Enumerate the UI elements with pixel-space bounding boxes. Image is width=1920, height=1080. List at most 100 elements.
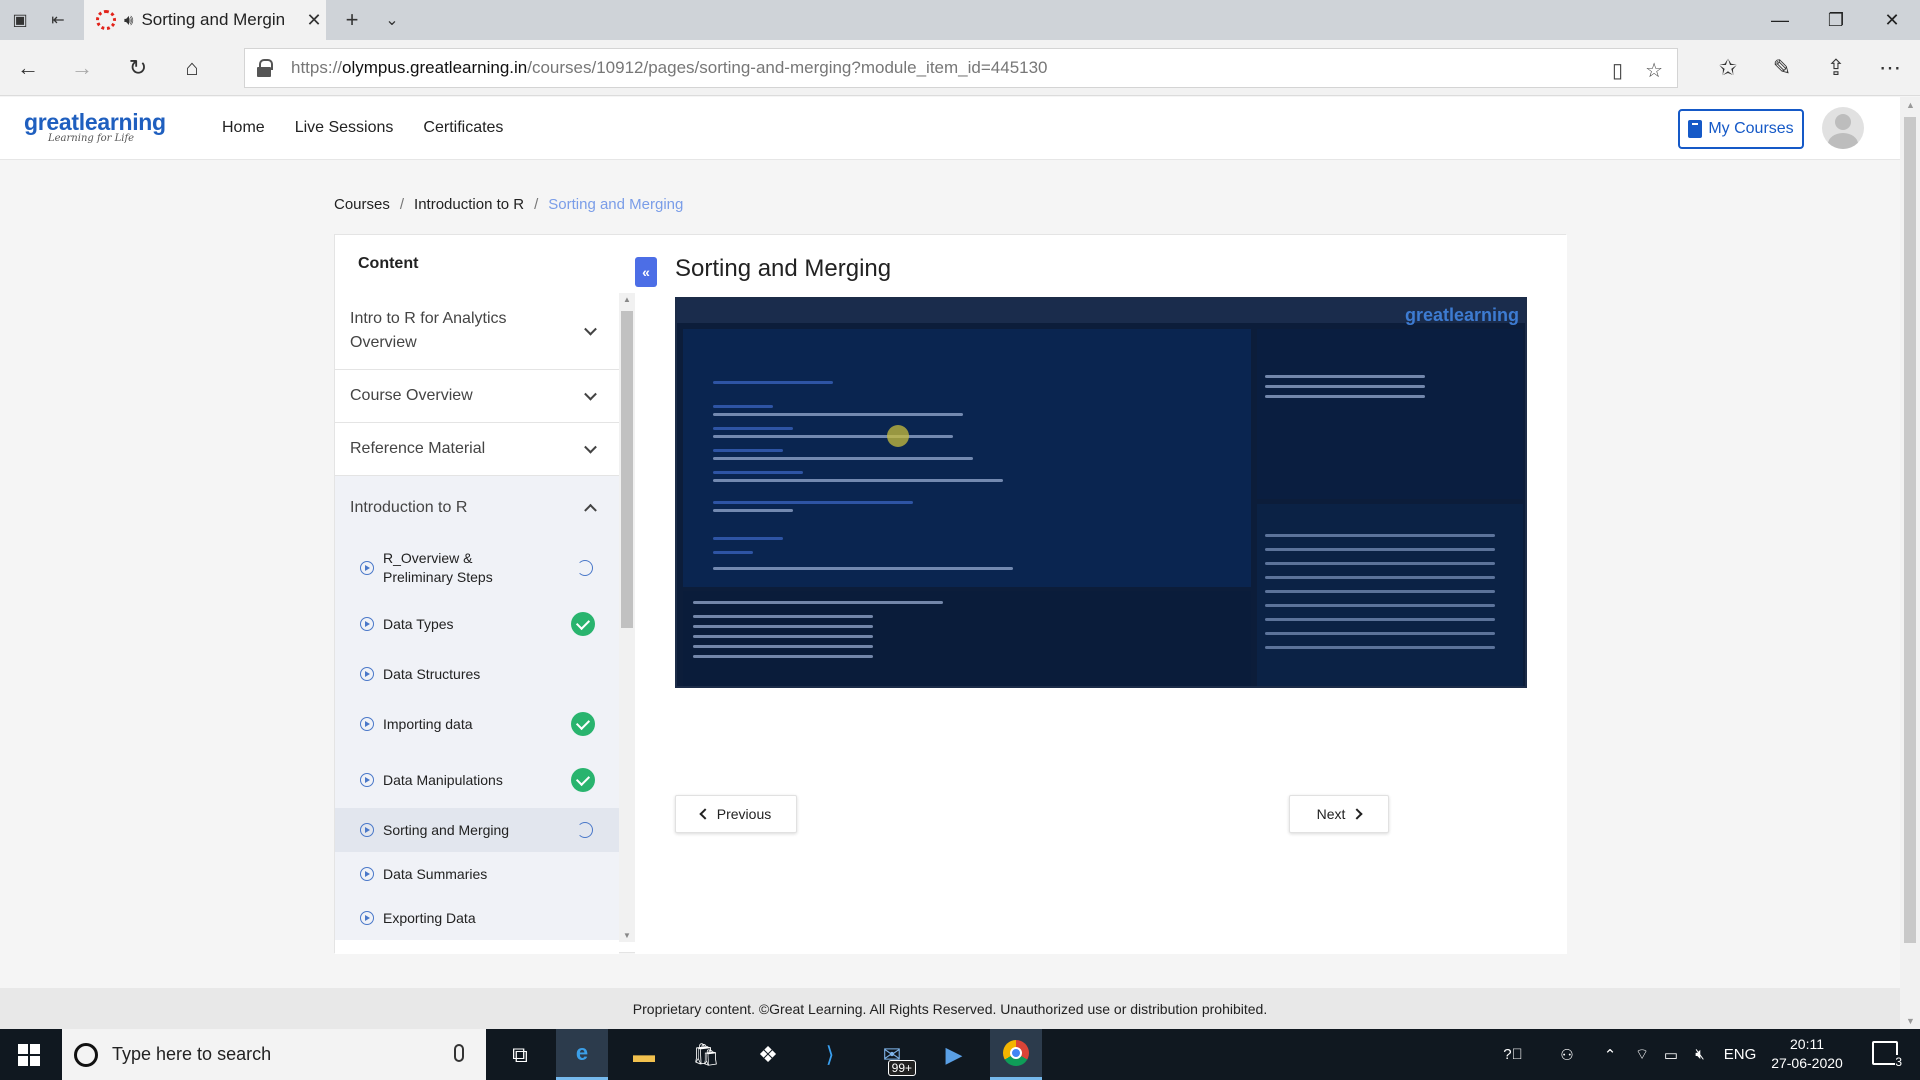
next-button[interactable]: Next (1289, 795, 1389, 833)
video-player[interactable]: greatlearning (675, 297, 1527, 688)
play-circle-icon (360, 911, 374, 925)
clock-date: 27-06-2020 (1771, 1055, 1843, 1071)
nav-home[interactable]: Home (222, 119, 265, 137)
show-hidden-icons-chevron-icon[interactable]: ⌃ (1598, 1029, 1622, 1080)
module-course-overview[interactable]: Course Overview (335, 370, 619, 423)
favorites-icon[interactable]: ✩ (1714, 54, 1742, 82)
breadcrumb-course[interactable]: Introduction to R (414, 196, 524, 213)
taskbar-search-input[interactable]: Type here to search (62, 1029, 486, 1080)
taskbar-clock[interactable]: 20:11 27-06-2020 (1762, 1035, 1852, 1073)
store-icon[interactable]: 🛍︎ (680, 1029, 732, 1080)
more-menu-icon[interactable]: ⋯ (1876, 54, 1904, 82)
breadcrumb-courses[interactable]: Courses (334, 196, 390, 213)
chevron-down-icon (584, 322, 597, 336)
content-sidebar: Content Intro to R for Analytics Overvie… (335, 235, 619, 954)
scroll-down-icon[interactable]: ▼ (1906, 1016, 1915, 1026)
new-tab-icon[interactable]: + (340, 7, 364, 32)
breadcrumb-separator: / (399, 196, 405, 213)
people-icon[interactable]: ⚇ (1552, 1029, 1582, 1080)
forward-icon[interactable]: → (68, 54, 96, 82)
mail-badge: 99+ (887, 1060, 916, 1076)
module-intro-r-analytics[interactable]: Intro to R for Analytics Overview (335, 293, 619, 370)
list-item[interactable]: Data Structures (335, 652, 619, 696)
set-aside-tabs-icon[interactable]: ⇤ (46, 8, 70, 32)
breadcrumb-separator: / (534, 196, 539, 213)
battery-icon[interactable]: ▭ (1658, 1029, 1684, 1080)
back-icon[interactable]: ← (14, 54, 42, 82)
url-path: /courses/10912/pages/sorting-and-merging… (527, 58, 1048, 77)
microphone-icon[interactable] (454, 1044, 464, 1062)
page-scroll-thumb[interactable] (1904, 117, 1916, 943)
check-icon (571, 612, 595, 636)
list-item[interactable]: Exporting Data (335, 896, 619, 940)
play-circle-icon (360, 867, 374, 881)
list-item[interactable]: Data Types (335, 596, 619, 652)
action-center-icon[interactable]: 3 (1872, 1041, 1902, 1069)
sidebar-scroll-thumb[interactable] (621, 311, 633, 628)
chevron-down-icon (584, 387, 597, 401)
scroll-up-icon[interactable]: ▲ (1906, 100, 1915, 110)
list-item[interactable]: R_Overview & Preliminary Steps (335, 540, 619, 596)
chevron-up-icon (584, 503, 597, 517)
home-icon[interactable]: ⌂ (178, 54, 206, 82)
close-tab-icon[interactable]: ✕ (302, 10, 326, 31)
close-window-icon[interactable]: ✕ (1864, 0, 1920, 40)
nav-certificates[interactable]: Certificates (423, 119, 503, 137)
book-icon (1688, 120, 1703, 138)
module-reference-material[interactable]: Reference Material (335, 423, 619, 476)
dropbox-icon[interactable]: ❖ (742, 1029, 794, 1080)
language-indicator[interactable]: ENG (1720, 1029, 1760, 1080)
list-item[interactable]: Data Summaries (335, 852, 619, 896)
share-icon[interactable]: ⇪ (1822, 54, 1850, 82)
windows-start-icon[interactable] (18, 1044, 40, 1066)
speaker-icon[interactable]: 🔊︎ (124, 12, 133, 29)
restore-icon[interactable]: ❐ (1808, 0, 1864, 40)
nav-live-sessions[interactable]: Live Sessions (295, 119, 394, 137)
video-watermark: greatlearning (1404, 305, 1519, 325)
play-circle-icon (360, 717, 374, 731)
loading-favicon-icon (96, 10, 116, 30)
module-introduction-to-r[interactable]: Introduction to R (335, 476, 619, 540)
collapse-sidebar-button[interactable]: « (635, 257, 657, 287)
video-frame-menubar (677, 299, 1525, 323)
minimize-icon[interactable]: — (1752, 0, 1808, 40)
my-courses-label: My Courses (1708, 120, 1794, 137)
powershell-icon[interactable]: ▶ (928, 1029, 980, 1080)
refresh-icon[interactable]: ↻ (124, 54, 152, 82)
chrome-icon[interactable] (990, 1029, 1042, 1080)
greatlearning-logo[interactable]: greatlearning Learning for Life (24, 109, 166, 144)
list-item[interactable]: Importing data (335, 696, 619, 752)
clock-time: 20:11 (1790, 1036, 1824, 1052)
scroll-up-icon[interactable]: ▲ (623, 295, 631, 304)
video-frame-packages (1257, 504, 1523, 686)
pen-icon[interactable]: ✎ (1768, 54, 1796, 82)
url-field[interactable]: https://olympus.greatlearning.in/courses… (244, 48, 1678, 88)
site-header: greatlearning Learning for Life Home Liv… (0, 97, 1900, 160)
volume-muted-icon[interactable]: 🔇︎ (1688, 1029, 1712, 1080)
avatar[interactable] (1822, 107, 1864, 149)
mail-icon[interactable]: ✉ 99+ (866, 1029, 918, 1080)
tab-list-chevron-icon[interactable]: ⌄ (380, 8, 404, 32)
list-item-active[interactable]: Sorting and Merging (335, 808, 619, 852)
page-scrollbar[interactable]: ▲ ▼ (1900, 97, 1920, 1029)
scroll-down-icon[interactable]: ▼ (623, 931, 631, 940)
list-item[interactable]: Data Manipulations (335, 752, 619, 808)
play-circle-icon (360, 617, 374, 631)
reading-view-icon[interactable]: ▯ (1612, 58, 1623, 83)
help-icon[interactable]: ?⃝ (1496, 1029, 1530, 1080)
favorite-star-icon[interactable]: ☆ (1645, 58, 1663, 83)
module-items: R_Overview & Preliminary Steps Data Type… (335, 540, 619, 940)
edge-browser-icon[interactable]: e (556, 1029, 608, 1080)
play-circle-icon (360, 667, 374, 681)
visual-studio-icon[interactable]: ⟩ (804, 1029, 856, 1080)
file-explorer-icon[interactable]: ▬ (618, 1029, 670, 1080)
tab-actions-icon[interactable]: ▣ (8, 8, 32, 32)
task-view-icon[interactable]: ⧉ (494, 1029, 546, 1080)
browser-tab[interactable]: 🔊︎ Sorting and Mergin ✕ (84, 0, 326, 40)
sidebar-scrollbar[interactable]: ▲ ▼ (619, 293, 635, 942)
my-courses-button[interactable]: My Courses (1678, 109, 1804, 149)
previous-button[interactable]: Previous (675, 795, 797, 833)
play-circle-icon (360, 561, 374, 575)
cortana-icon (74, 1042, 98, 1067)
network-icon[interactable]: ⌔ (1630, 1029, 1654, 1080)
